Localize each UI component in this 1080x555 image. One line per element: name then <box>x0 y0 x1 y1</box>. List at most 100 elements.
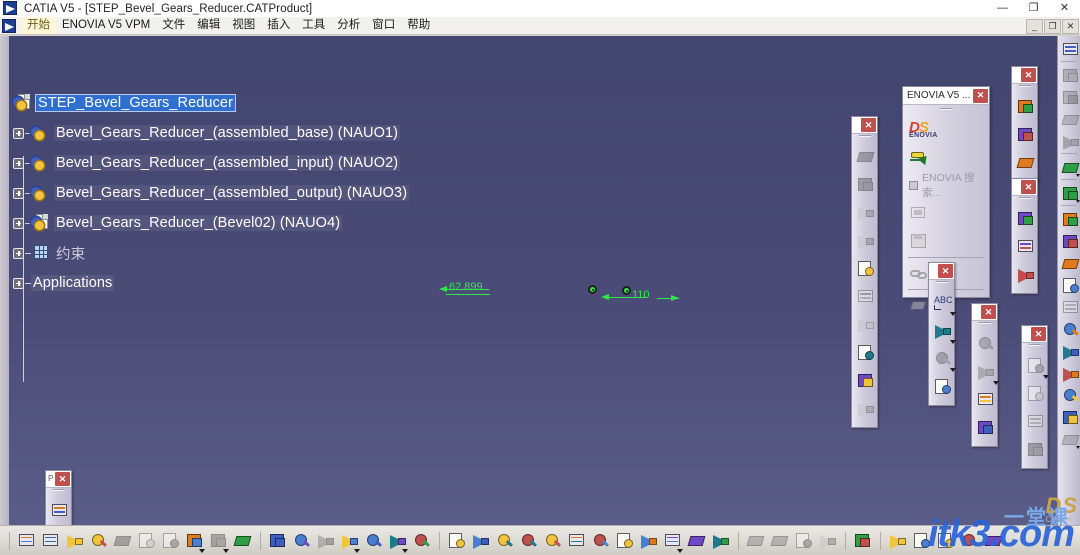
toolbar-annotations[interactable]: ✕ ABC <box>928 262 957 406</box>
close-button[interactable]: ✕ <box>1049 0 1080 17</box>
toolbar-drag-handle[interactable] <box>1018 85 1031 87</box>
toolbar-publication[interactable]: P ✕ <box>45 470 72 525</box>
chevron-down-icon[interactable] <box>950 340 956 344</box>
chevron-down-icon[interactable] <box>402 548 408 553</box>
offset-constraint-button[interactable] <box>852 199 880 227</box>
menu-item-4[interactable]: 视图 <box>226 17 261 34</box>
chevron-down-icon[interactable] <box>1075 174 1080 177</box>
tree-expand-icon[interactable] <box>13 247 24 259</box>
chevron-down-icon[interactable] <box>1075 446 1080 449</box>
menu-item-2[interactable]: 文件 <box>156 17 191 34</box>
tree-node-label[interactable]: Applications <box>31 275 115 291</box>
toolbar-drag-handle[interactable] <box>1028 344 1041 346</box>
new-part-button[interactable] <box>1012 149 1040 177</box>
lock-button[interactable] <box>386 528 410 554</box>
mdi-minimize-button[interactable]: _ <box>1026 18 1043 34</box>
apply-material-button[interactable] <box>1059 38 1080 59</box>
maximize-button[interactable]: ❐ <box>1018 0 1049 17</box>
shading-button[interactable] <box>661 528 685 554</box>
material-ball-button[interactable] <box>934 528 958 554</box>
toolbar-product-structure-close-button[interactable]: ✕ <box>1021 68 1036 82</box>
toolbar-space-analysis[interactable]: ✕ <box>971 303 1000 447</box>
chevron-down-icon[interactable] <box>950 368 956 372</box>
tree-node-label[interactable]: 约束 <box>54 243 87 264</box>
toolbar-drag-handle[interactable] <box>935 281 948 283</box>
save-button[interactable] <box>63 528 87 554</box>
create-scene-button[interactable] <box>792 528 816 554</box>
toolbar-drag-handle[interactable] <box>1018 197 1031 199</box>
chevron-down-icon[interactable] <box>993 381 999 385</box>
menu-item-5[interactable]: 插入 <box>261 17 296 34</box>
hide-show-button[interactable] <box>744 528 768 554</box>
mdi-restore-button[interactable]: ❐ <box>1044 18 1061 34</box>
zoom-in-button[interactable] <box>541 528 565 554</box>
enovia-search-row[interactable]: ENOVIA 搜索... <box>903 171 989 199</box>
chevron-down-icon[interactable] <box>950 312 956 316</box>
print-button[interactable] <box>87 528 111 554</box>
bom-button[interactable] <box>1059 108 1080 129</box>
tree-node-3[interactable]: Bevel_Gears_Reducer_(assembled_output) (… <box>13 178 410 208</box>
isometric-view-button[interactable] <box>637 528 661 554</box>
toolbar-drag-handle[interactable] <box>858 135 871 137</box>
menu-item-9[interactable]: 帮助 <box>401 17 436 34</box>
optimization-button[interactable] <box>314 528 338 554</box>
toolbar-publication-close-button[interactable]: ✕ <box>55 472 70 486</box>
chevron-down-icon[interactable] <box>1043 375 1049 379</box>
scene-browser-button[interactable] <box>1022 380 1050 408</box>
coincidence-constraint-button[interactable] <box>852 143 880 171</box>
tree-node-4[interactable]: Bevel_Gears_Reducer_(Bevel02) (NAUO4) <box>13 208 409 238</box>
toolbar-annotations-close-button[interactable]: ✕ <box>938 264 953 278</box>
tree-expand-icon[interactable] <box>13 127 24 139</box>
light-source-button[interactable] <box>982 528 1006 554</box>
new-component-button[interactable] <box>1012 93 1040 121</box>
annotation-view-button[interactable] <box>929 345 957 373</box>
chevron-down-icon[interactable] <box>199 548 205 553</box>
environment-button[interactable] <box>958 528 982 554</box>
menu-item-8[interactable]: 窗口 <box>366 17 401 34</box>
enovia-connect-row[interactable] <box>903 147 989 171</box>
tree-expand-icon[interactable] <box>13 157 24 169</box>
fit-all-in-button[interactable] <box>469 528 493 554</box>
quick-view-button[interactable] <box>613 528 637 554</box>
quick-constraint-button[interactable] <box>852 311 880 339</box>
new-document-button[interactable] <box>15 528 39 554</box>
tree-node-label[interactable]: Bevel_Gears_Reducer_(assembled_input) (N… <box>54 155 401 171</box>
list-report-button[interactable] <box>1059 130 1080 151</box>
enhanced-scene-button[interactable] <box>1022 352 1050 380</box>
tree-expand-icon[interactable] <box>13 217 24 229</box>
tree-node-label[interactable]: STEP_Bevel_Gears_Reducer <box>34 94 237 112</box>
flexible-rigid-button[interactable] <box>852 339 880 367</box>
chevron-down-icon[interactable] <box>1075 200 1080 203</box>
toolbar-move[interactable]: ✕ <box>1011 178 1038 294</box>
restore-scene-button[interactable] <box>816 528 840 554</box>
catalog-browser-button[interactable] <box>1059 64 1080 85</box>
new-component-button[interactable] <box>1059 208 1080 229</box>
tree-node-label[interactable]: Bevel_Gears_Reducer_(assembled_output) (… <box>54 185 410 201</box>
tree-expand-icon[interactable] <box>13 187 24 199</box>
manipulate-button[interactable] <box>1012 205 1040 233</box>
tree-node-6[interactable]: Applications <box>13 268 409 298</box>
fix-anchor-button[interactable] <box>852 255 880 283</box>
toolbar-scenes-close-button[interactable]: ✕ <box>1031 327 1046 341</box>
bom-list-button[interactable] <box>1059 340 1080 361</box>
change-constraint-button[interactable] <box>852 367 880 395</box>
tree-node-5[interactable]: 约束 <box>13 238 409 268</box>
toolbar-drag-handle[interactable] <box>978 322 991 324</box>
toolbar-scenes[interactable]: ✕ <box>1021 325 1050 469</box>
manage-reps-button[interactable] <box>1059 406 1080 427</box>
menu-item-1[interactable]: ENOVIA V5 VPM <box>56 17 156 34</box>
capture-camera-button[interactable] <box>851 528 875 554</box>
mdi-close-button[interactable]: ✕ <box>1062 18 1079 34</box>
fast-multi-button[interactable] <box>1059 428 1080 449</box>
bottom-toolbar[interactable] <box>0 525 1080 555</box>
menu-item-6[interactable]: 工具 <box>296 17 331 34</box>
clash-detection-button[interactable] <box>972 330 1000 358</box>
toolbar-annotations-header[interactable]: ✕ <box>929 263 954 280</box>
enovia-save-row[interactable] <box>903 227 989 255</box>
select-mode-button[interactable] <box>1059 182 1080 203</box>
copy-button[interactable] <box>135 528 159 554</box>
paste-scene-button[interactable] <box>1022 436 1050 464</box>
render-style-button[interactable] <box>685 528 709 554</box>
undo-button[interactable] <box>183 528 207 554</box>
analyze-button[interactable] <box>1059 86 1080 107</box>
